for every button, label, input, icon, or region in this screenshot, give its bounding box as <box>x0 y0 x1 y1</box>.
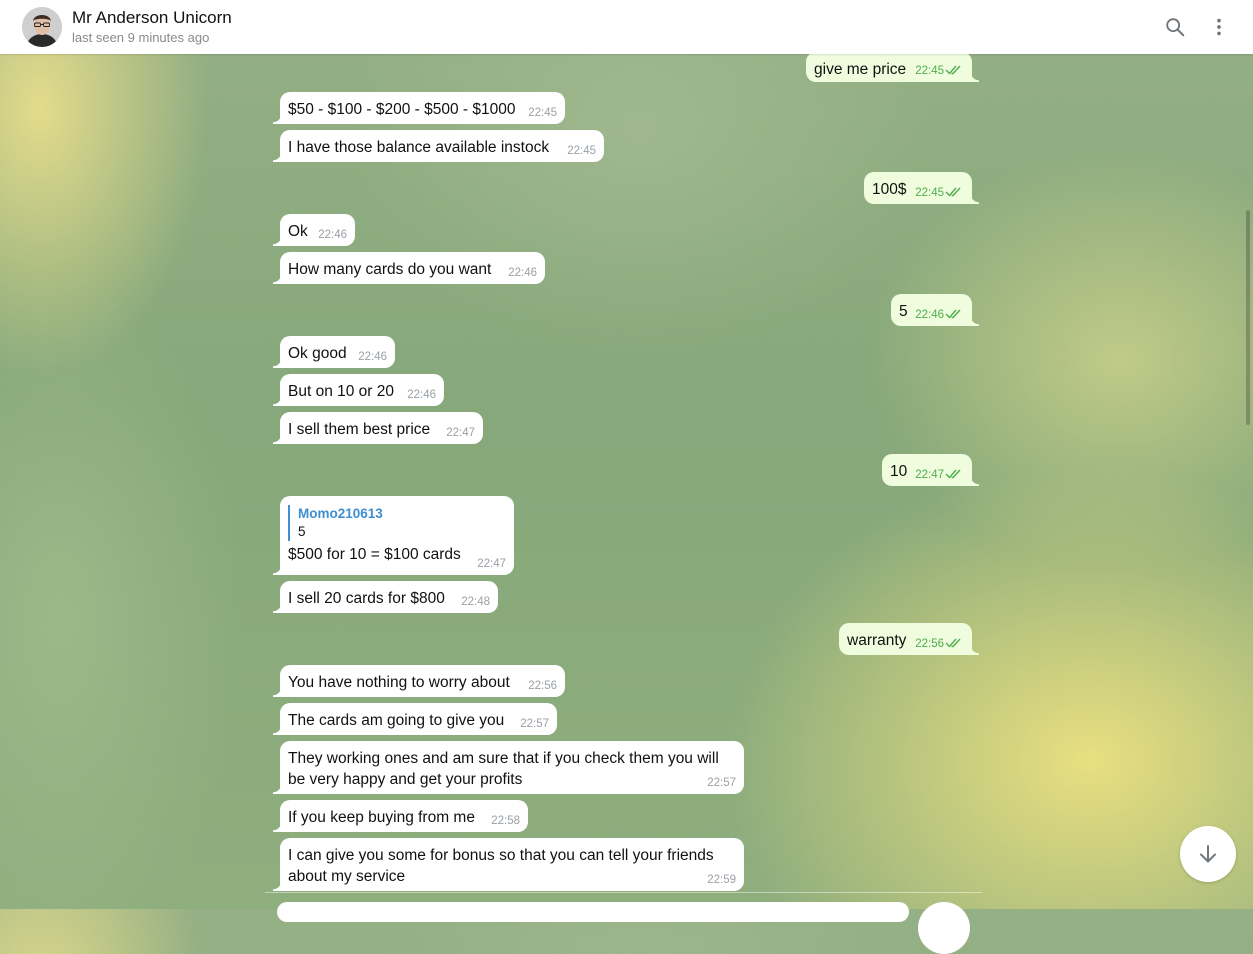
message-text: They working ones and am sure that if yo… <box>288 750 719 788</box>
message-bubble[interactable]: I have those balance available instock 2… <box>273 130 604 162</box>
message-text: 100$ <box>872 181 907 198</box>
message-time: 22:45 <box>567 145 596 157</box>
message-text: Ok good <box>288 345 347 362</box>
more-vertical-icon <box>1217 18 1221 36</box>
message-bubble[interactable]: I sell them best price 22:47 <box>273 412 483 444</box>
search-icon <box>1166 18 1185 37</box>
message-text: $50 - $100 - $200 - $500 - $1000 <box>288 101 516 118</box>
message-bubble[interactable]: How many cards do you want 22:46 <box>273 252 545 284</box>
avatar[interactable] <box>22 7 62 47</box>
send-button[interactable] <box>918 902 970 954</box>
reply-author: Momo210613 <box>298 506 383 521</box>
double-check-icon <box>945 65 961 75</box>
message-text: 10 <box>890 463 908 480</box>
message-bubble[interactable]: I sell 20 cards for $800 22:48 <box>273 581 498 613</box>
message-text: How many cards do you want <box>288 261 492 278</box>
message-bubble[interactable]: give me price 22:45 <box>806 52 979 82</box>
message-text: give me price <box>814 61 907 78</box>
message-text: But on 10 or 20 <box>288 383 394 400</box>
message-input[interactable] <box>277 902 909 922</box>
scrollbar-thumb[interactable] <box>1246 210 1250 425</box>
message-bubble[interactable]: The cards am going to give you 22:57 <box>273 703 557 735</box>
reply-text: 5 <box>298 524 306 539</box>
double-check-icon <box>945 309 961 319</box>
message-text: I have those balance available instock <box>288 139 550 156</box>
message-bubble[interactable]: If you keep buying from me 22:58 <box>273 800 528 832</box>
chat-header: Mr Anderson Unicorn last seen 9 minutes … <box>0 0 1253 54</box>
message-text: I sell 20 cards for $800 <box>288 590 445 607</box>
message-time: 22:46 <box>358 351 387 363</box>
message-time: 22:46 <box>508 267 537 279</box>
message-time: 22:45 <box>915 64 962 78</box>
message-bubble[interactable]: Ok good 22:46 <box>273 336 395 368</box>
chat-status: last seen 9 minutes ago <box>72 30 210 45</box>
double-check-icon <box>945 469 961 479</box>
message-time: 22:57 <box>707 777 736 789</box>
message-bubble[interactable]: 100$ 22:45 <box>864 172 979 204</box>
message-time: 22:46 <box>407 389 436 401</box>
message-time: 22:47 <box>915 468 962 482</box>
message-bubble[interactable]: Ok 22:46 <box>273 214 355 246</box>
message-bubble[interactable]: They working ones and am sure that if yo… <box>273 741 744 794</box>
message-time: 22:46 <box>915 308 962 322</box>
message-text: warranty <box>847 632 907 649</box>
message-bubble[interactable]: $50 - $100 - $200 - $500 - $1000 22:45 <box>273 92 565 124</box>
message-text: The cards am going to give you <box>288 712 505 729</box>
message-time: 22:45 <box>528 107 557 119</box>
message-bubble[interactable]: Momo210613 5 $500 for 10 = $100 cards 22… <box>273 496 514 575</box>
message-bubble[interactable]: I can give you some for bonus so that yo… <box>273 838 744 891</box>
message-text: I sell them best price <box>288 421 431 438</box>
message-time: 22:48 <box>461 596 490 608</box>
message-bubble[interactable]: 5 22:46 <box>891 294 979 326</box>
double-check-icon <box>945 638 961 648</box>
reply-quote[interactable]: Momo210613 5 <box>288 505 506 541</box>
message-bubble[interactable]: You have nothing to worry about 22:56 <box>273 665 565 697</box>
message-time: 22:56 <box>915 637 962 651</box>
more-options-button[interactable] <box>1204 12 1234 42</box>
message-text: 5 <box>899 303 908 320</box>
message-time: 22:45 <box>915 186 962 200</box>
message-text: $500 for 10 = $100 cards <box>288 546 461 563</box>
message-text: Ok <box>288 223 308 240</box>
scroll-down-button[interactable] <box>1180 826 1236 882</box>
search-button[interactable] <box>1160 12 1190 42</box>
message-time: 22:47 <box>446 427 475 439</box>
message-time: 22:56 <box>528 680 557 692</box>
message-time: 22:46 <box>318 229 347 241</box>
message-bubble[interactable]: warranty 22:56 <box>839 623 979 655</box>
arrow-down-icon <box>1200 845 1216 863</box>
message-time: 22:47 <box>477 558 506 570</box>
message-text: I can give you some for bonus so that yo… <box>288 847 714 885</box>
message-text: If you keep buying from me <box>288 809 475 826</box>
message-bubble[interactable]: 10 22:47 <box>882 454 979 486</box>
message-time: 22:58 <box>491 815 520 827</box>
message-bubble[interactable]: But on 10 or 20 22:46 <box>273 374 444 406</box>
message-time: 22:59 <box>707 874 736 886</box>
message-text: You have nothing to worry about <box>288 674 510 691</box>
message-time: 22:57 <box>520 718 549 730</box>
composer-divider <box>265 892 982 893</box>
chat-title: Mr Anderson Unicorn <box>72 8 232 27</box>
double-check-icon <box>945 187 961 197</box>
